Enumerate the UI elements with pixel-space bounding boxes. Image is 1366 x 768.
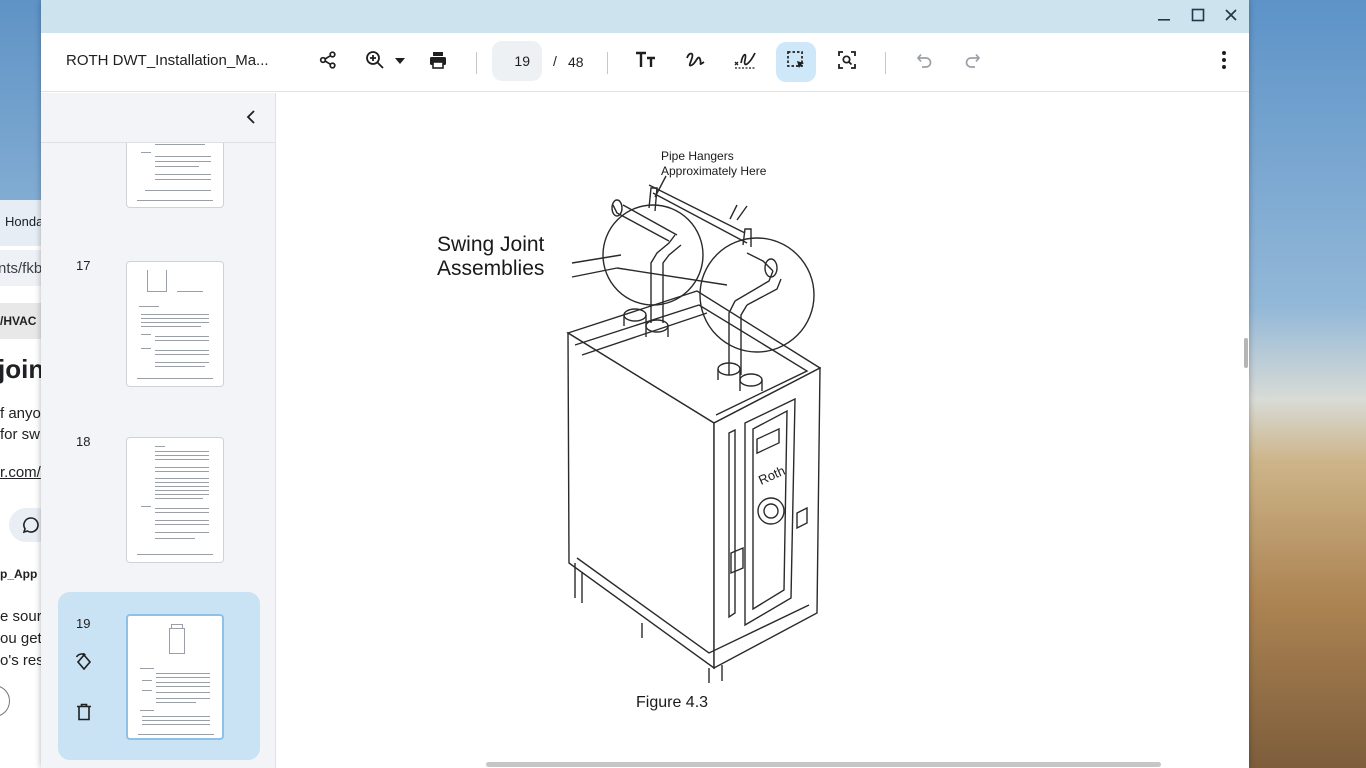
minimize-icon: [1157, 8, 1171, 27]
collapse-sidebar-button[interactable]: [239, 107, 263, 131]
page-separator: /: [553, 53, 557, 69]
label-swing-joint: Swing Joint: [437, 233, 545, 256]
select-area-button[interactable]: [776, 42, 816, 82]
pdf-viewer-window: ROTH DWT_Installation_Ma... 19 / 48 17 1…: [41, 0, 1249, 768]
toolbar-separator: [607, 52, 608, 74]
comment-icon: [22, 516, 40, 539]
more-options-button[interactable]: [1204, 42, 1244, 82]
title-bar[interactable]: [41, 0, 1249, 33]
figure-caption: Figure 4.3: [636, 694, 708, 711]
thumbnail-item-selected[interactable]: 19: [58, 592, 260, 760]
background-body-line: e sourc: [0, 608, 41, 625]
zoom-dropdown-button[interactable]: [385, 42, 415, 82]
background-tab-title[interactable]: Honda: [5, 214, 41, 229]
more-vert-icon: [1221, 50, 1227, 75]
undo-button[interactable]: [904, 42, 944, 82]
background-circle-button[interactable]: [0, 685, 10, 717]
print-button[interactable]: [418, 42, 458, 82]
background-body-line: ou get: [0, 630, 41, 647]
thumbnail-page-number: 19: [76, 616, 91, 631]
document-title: ROTH DWT_Installation_Ma...: [66, 52, 269, 69]
print-icon: [428, 50, 448, 75]
thumbnail-page-number: 18: [76, 434, 91, 449]
background-body-line: f anyo: [0, 405, 41, 422]
background-link[interactable]: r.com/: [0, 464, 41, 481]
redo-button[interactable]: [953, 42, 993, 82]
page-thumbnail[interactable]: [126, 614, 224, 740]
background-breadcrumb-text[interactable]: /HVAC: [0, 314, 36, 328]
background-body-line: for sw: [0, 426, 41, 443]
label-pipe-hangers: Pipe Hangers: [661, 149, 734, 163]
page-total: 48: [568, 54, 584, 70]
chevron-left-icon: [245, 109, 257, 129]
background-app-label: p_App: [0, 567, 38, 581]
vertical-scrollbar[interactable]: [1244, 338, 1248, 368]
desktop-wallpaper-field: [1249, 0, 1366, 768]
redo-icon: [964, 51, 982, 74]
toolbar-separator: [885, 52, 886, 74]
rotate-page-button[interactable]: [72, 652, 96, 676]
rotate-icon: [75, 652, 93, 676]
thumbnail-item[interactable]: 17: [58, 246, 260, 414]
background-browser-window: Honda nts/fkb /HVAC joint f anyo for sw …: [0, 200, 41, 768]
chevron-down-icon: [394, 53, 406, 71]
trash-icon: [76, 703, 92, 726]
screenshot-search-icon: [837, 50, 857, 75]
share-icon: [318, 50, 338, 75]
figure-drawing: Roth Pipe Hangers Approximately Here Swi…: [437, 149, 822, 711]
thumbnail-sidebar: 17 18 19: [41, 93, 276, 768]
close-button[interactable]: [1218, 4, 1244, 30]
toolbar-separator: [476, 52, 477, 74]
page-thumbnail[interactable]: [126, 261, 224, 387]
thumbnail-item[interactable]: 18: [58, 422, 260, 590]
maximize-icon: [1191, 8, 1205, 27]
screenshot-search-button[interactable]: [827, 42, 867, 82]
background-url-text: nts/fkb: [0, 260, 41, 277]
horizontal-scrollbar[interactable]: [486, 762, 1161, 767]
page-thumbnail[interactable]: [126, 437, 224, 563]
select-area-icon: [786, 50, 806, 75]
label-assemblies: Assemblies: [437, 257, 544, 280]
document-view[interactable]: Roth Pipe Hangers Approximately Here Swi…: [277, 93, 1249, 768]
background-body-line: o's res: [0, 652, 41, 669]
maximize-button[interactable]: [1185, 4, 1211, 30]
text-icon: [635, 50, 657, 75]
signature-tool-button[interactable]: [725, 42, 765, 82]
delete-page-button[interactable]: [72, 702, 96, 726]
label-approximately-here: Approximately Here: [661, 164, 767, 178]
sidebar-header: [41, 93, 275, 143]
background-heading: joint: [0, 354, 41, 384]
page-number-input[interactable]: 19: [492, 41, 542, 81]
minimize-button[interactable]: [1151, 4, 1177, 30]
signature-icon: [733, 49, 757, 76]
toolbar: ROTH DWT_Installation_Ma... 19 / 48: [41, 33, 1249, 92]
text-tool-button[interactable]: [626, 42, 666, 82]
undo-icon: [915, 51, 933, 74]
close-icon: [1224, 8, 1238, 27]
share-button[interactable]: [308, 42, 348, 82]
zoom-in-icon: [365, 50, 385, 75]
draw-icon: [685, 50, 707, 75]
draw-tool-button[interactable]: [676, 42, 716, 82]
thumbnail-page-number: 17: [76, 258, 91, 273]
